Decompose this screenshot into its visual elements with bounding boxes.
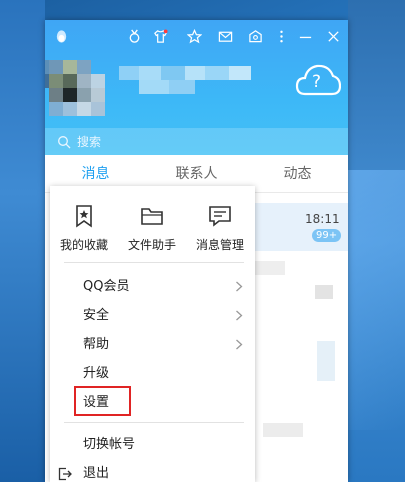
my-favorites-label: 我的收藏 xyxy=(59,238,108,252)
blurred-text xyxy=(255,261,285,275)
nickname xyxy=(119,66,269,94)
blurred-text xyxy=(315,285,333,299)
conversation-row-selected[interactable] xyxy=(250,203,348,251)
message-manager-label: 消息管理 xyxy=(195,238,244,252)
search-bar[interactable]: 搜索 xyxy=(45,128,348,155)
app-box-icon[interactable] xyxy=(247,28,263,44)
quick-actions: 我的收藏 文件助手 消息管理 xyxy=(50,186,255,262)
menu-item-label: QQ会员 xyxy=(83,279,130,294)
menu-item-exit[interactable]: 退出 xyxy=(50,459,255,482)
bookmark-icon xyxy=(76,205,92,228)
search-icon xyxy=(58,135,71,148)
menu-item-label: 帮助 xyxy=(83,337,110,352)
close-icon[interactable] xyxy=(325,28,341,44)
weather-icon[interactable]: ? xyxy=(295,60,342,100)
desktop-background-right xyxy=(348,0,405,482)
my-favorites-button[interactable]: 我的收藏 xyxy=(50,186,118,262)
settings-highlight-box xyxy=(74,386,131,416)
chevron-right-icon xyxy=(236,310,243,321)
menu-item-label: 切换帐号 xyxy=(83,437,136,452)
chevron-right-icon xyxy=(236,281,243,292)
medal-icon[interactable] xyxy=(126,28,142,44)
star-icon[interactable] xyxy=(186,28,202,44)
message-manage-icon xyxy=(209,206,231,227)
folder-icon xyxy=(141,208,163,225)
menu-item-switch-account[interactable]: 切换帐号 xyxy=(50,430,255,459)
blurred-text xyxy=(263,423,303,437)
tab-feeds[interactable]: 动态 xyxy=(247,155,348,192)
menu-divider xyxy=(64,262,244,263)
unread-badge: 99+ xyxy=(312,229,342,242)
shirt-icon[interactable] xyxy=(152,28,168,44)
main-menu: 我的收藏 文件助手 消息管理 QQ会员 安全 帮助 升级 设置 切换帐号 退出 xyxy=(50,186,255,482)
menu-item-label: 升级 xyxy=(83,366,110,381)
menu-list-bottom: 切换帐号 退出 xyxy=(50,430,255,482)
menu-item-label: 退出 xyxy=(83,466,110,481)
search-placeholder: 搜索 xyxy=(77,135,102,149)
window-header: ? 搜索 xyxy=(45,20,348,155)
file-assistant-label: 文件助手 xyxy=(127,238,176,252)
blurred-text xyxy=(317,341,335,381)
mail-icon[interactable] xyxy=(217,28,233,44)
minimize-icon[interactable] xyxy=(297,28,313,44)
file-assistant-button[interactable]: 文件助手 xyxy=(118,186,186,262)
menu-item-qq-vip[interactable]: QQ会员 xyxy=(50,272,255,301)
menu-item-upgrade[interactable]: 升级 xyxy=(50,359,255,388)
weather-label: ? xyxy=(312,72,322,92)
more-icon[interactable] xyxy=(273,28,289,44)
menu-item-security[interactable]: 安全 xyxy=(50,301,255,330)
exit-icon xyxy=(58,467,72,481)
menu-item-label: 安全 xyxy=(83,308,110,323)
message-manager-button[interactable]: 消息管理 xyxy=(186,186,254,262)
avatar[interactable] xyxy=(45,60,115,130)
chevron-right-icon xyxy=(236,339,243,350)
penguin-icon[interactable] xyxy=(53,28,69,44)
menu-item-help[interactable]: 帮助 xyxy=(50,330,255,359)
desktop-background-left xyxy=(0,0,45,482)
conversation-time: 18:11 xyxy=(305,212,340,226)
menu-divider xyxy=(64,422,244,423)
